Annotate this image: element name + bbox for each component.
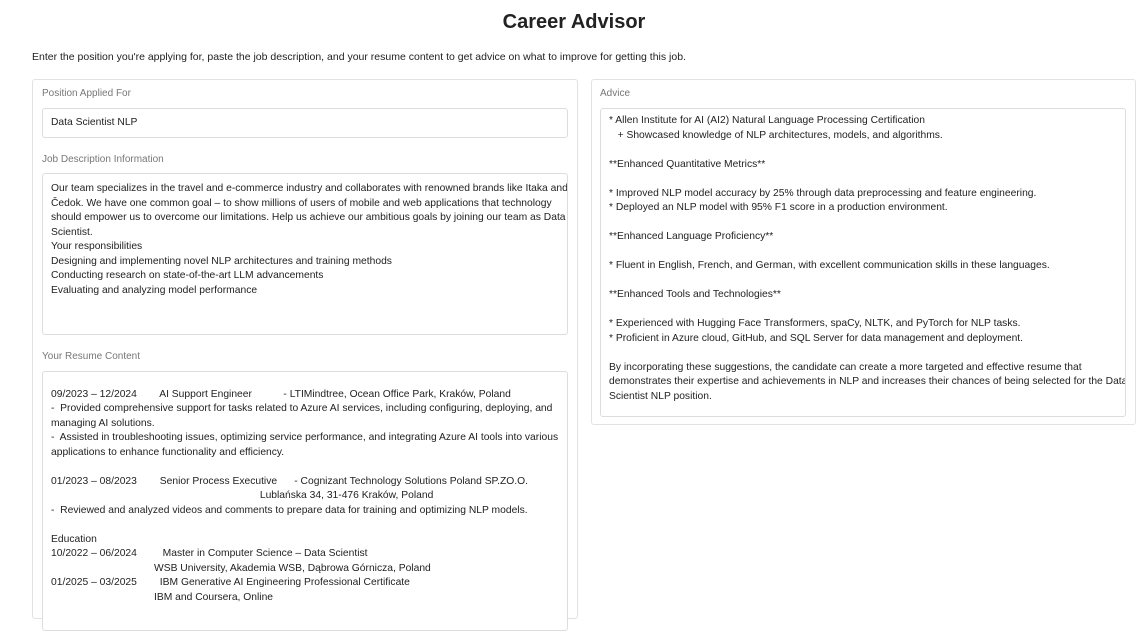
text-line: * Deployed an NLP model with 95% F1 scor…	[609, 202, 948, 213]
text-line: 09/2023 – 12/2024 AI Support Engineer - …	[51, 388, 511, 400]
text-line: + Showcased knowledge of NLP architectur…	[609, 129, 943, 141]
text-line: Scientist.	[51, 226, 93, 238]
text-line	[51, 460, 559, 475]
text-line	[609, 346, 1117, 361]
text-line: **Enhanced Tools and Technologies**	[609, 289, 781, 300]
text-line: Conducting research on state-of-the-art …	[51, 270, 324, 281]
resume-textarea[interactable]: 09/2023 – 12/2024 AI Support Engineer - …	[42, 371, 568, 631]
text-line: - Reviewed and analyzed videos and comme…	[51, 504, 528, 516]
text-line: - Assisted in troubleshooting issues, op…	[51, 432, 559, 443]
text-line: 10/2022 – 06/2024 Master in Computer Sci…	[51, 548, 368, 559]
text-line: Our team specializes in the travel and e…	[51, 183, 568, 194]
page-title: Career Advisor	[502, 11, 646, 33]
text-line: WSB University, Akademia WSB, Dąbrowa Gó…	[51, 562, 431, 574]
text-line: Čedok. We have one common goal – to show…	[51, 197, 552, 209]
text-line: **Enhanced Quantitative Metrics**	[609, 158, 766, 170]
text-line	[609, 143, 1117, 158]
text-line: Evaluating and analyzing model performan…	[51, 284, 258, 296]
text-line: 01/2025 – 03/2025 IBM Generative AI Engi…	[51, 577, 410, 588]
text-line: should empower us to overcome our limita…	[51, 212, 566, 223]
text-line	[609, 274, 1117, 289]
job-description-textarea[interactable]: Our team specializes in the travel and e…	[42, 173, 568, 335]
text-line: Your responsibilities	[51, 241, 143, 252]
text-line: managing AI solutions.	[51, 417, 155, 429]
advice-textarea[interactable]: * Allen Institute for AI (AI2) Natural L…	[600, 108, 1126, 417]
text-line	[609, 245, 1117, 260]
text-line: Education	[51, 533, 97, 545]
text-line: Designing and implementing novel NLP arc…	[51, 255, 392, 267]
text-line: * Allen Institute for AI (AI2) Natural L…	[609, 115, 925, 126]
text-line: - Provided comprehensive support for tas…	[51, 403, 553, 414]
text-line	[609, 216, 1117, 231]
text-line: **Enhanced Language Proficiency**	[609, 231, 774, 242]
text-line: Scientist NLP position.	[609, 390, 712, 402]
advice-label: Advice	[600, 88, 631, 99]
text-line: * Fluent in English, French, and German,…	[609, 260, 1050, 271]
resume-label: Your Resume Content	[42, 351, 141, 362]
text-line	[51, 373, 559, 388]
text-line	[609, 303, 1117, 318]
text-line: applications to enhance functionality an…	[51, 446, 285, 458]
position-label: Position Applied For	[42, 88, 131, 99]
text-line	[609, 172, 1117, 187]
text-line: * Proficient in Azure cloud, GitHub, and…	[609, 332, 1024, 344]
input-panel: Position Applied For Data Scientist NLP …	[32, 79, 578, 631]
job-description-label: Job Description Information	[42, 154, 164, 165]
text-line: By incorporating these suggestions, the …	[609, 361, 1082, 373]
text-line	[51, 518, 559, 533]
text-line: IBM and Coursera, Online	[51, 591, 274, 603]
text-line: demonstrates their expertise and achieve…	[609, 376, 1126, 387]
position-input[interactable]: Data Scientist NLP	[42, 108, 568, 138]
text-line: * Experienced with Hugging Face Transfor…	[609, 318, 1021, 329]
text-line: Lublańska 34, 31-476 Kraków, Poland	[51, 490, 434, 501]
advice-panel: Advice * Allen Institute for AI (AI2) Na…	[591, 79, 1136, 425]
intro-text: Enter the position you're applying for, …	[32, 51, 686, 63]
text-line: * Improved NLP model accuracy by 25% thr…	[609, 187, 1037, 199]
text-line: 01/2023 – 08/2023 Senior Process Executi…	[51, 475, 528, 487]
